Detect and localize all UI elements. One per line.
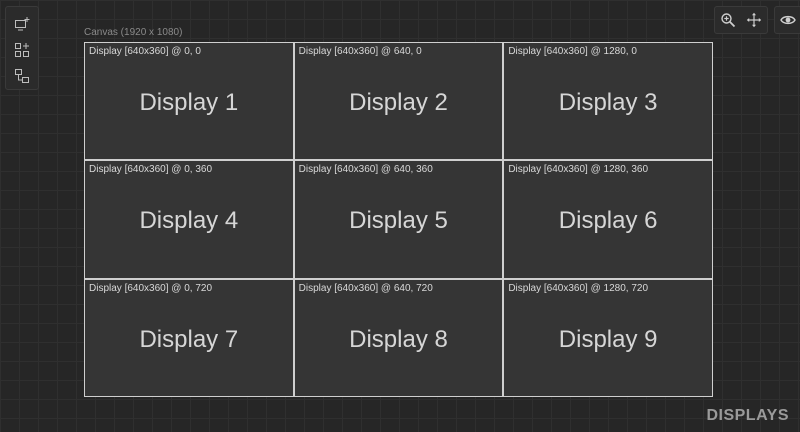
display-name: Display 5	[349, 207, 448, 235]
display-tile-1[interactable]: Display [640x360] @ 0, 0 Display 1	[85, 43, 293, 160]
display-name: Display 1	[139, 89, 239, 117]
display-name: Display 9	[558, 325, 658, 353]
display-meta: Display [640x360] @ 0, 360	[89, 164, 213, 176]
display-name: Display 4	[139, 207, 239, 235]
add-display-group-button[interactable]	[9, 63, 35, 89]
display-tile-4[interactable]: Display [640x360] @ 0, 360 Display 4	[85, 161, 293, 278]
display-tile-5[interactable]: Display [640x360] @ 640, 360 Display 5	[294, 161, 503, 278]
visibility-group	[774, 6, 800, 34]
display-tile-3[interactable]: Display [640x360] @ 1280, 0 Display 3	[504, 43, 712, 160]
view-toolbar	[714, 6, 800, 34]
visibility-button[interactable]	[775, 7, 800, 33]
add-display-icon	[15, 17, 30, 31]
add-display-grid-button[interactable]	[9, 37, 35, 63]
display-name: Display 6	[558, 207, 658, 235]
display-meta: Display [640x360] @ 1280, 360	[508, 164, 649, 176]
pan-button[interactable]	[741, 7, 767, 33]
display-tile-6[interactable]: Display [640x360] @ 1280, 360 Display 6	[504, 161, 712, 278]
left-toolbar	[5, 6, 39, 90]
display-meta: Display [640x360] @ 1280, 720	[508, 282, 649, 294]
add-display-grid-icon	[15, 43, 29, 57]
view-controls-group	[714, 6, 768, 34]
mode-label: DISPLAYS	[706, 407, 789, 424]
display-canvas[interactable]: Display [640x360] @ 0, 0 Display 1 Displ…	[84, 42, 713, 397]
zoom-button[interactable]	[715, 7, 741, 33]
canvas-size-label: Canvas (1920 x 1080)	[84, 27, 183, 38]
add-display-group-icon	[15, 69, 29, 83]
add-display-button[interactable]	[9, 11, 35, 37]
display-name: Display 7	[139, 325, 239, 353]
display-tile-2[interactable]: Display [640x360] @ 640, 0 Display 2	[294, 43, 503, 160]
display-name: Display 3	[558, 89, 658, 117]
move-icon	[746, 12, 762, 28]
display-tile-7[interactable]: Display [640x360] @ 0, 720 Display 7	[85, 279, 293, 396]
display-name: Display 8	[349, 325, 448, 353]
display-meta: Display [640x360] @ 1280, 0	[508, 46, 637, 57]
display-meta: Display [640x360] @ 0, 720	[89, 282, 213, 294]
display-meta: Display [640x360] @ 640, 360	[298, 164, 433, 176]
display-meta: Display [640x360] @ 0, 0	[89, 46, 201, 57]
display-tile-8[interactable]: Display [640x360] @ 640, 720 Display 8	[294, 279, 503, 396]
display-meta: Display [640x360] @ 640, 720	[298, 282, 433, 294]
display-tile-9[interactable]: Display [640x360] @ 1280, 720 Display 9	[504, 279, 712, 396]
zoom-in-icon	[721, 13, 736, 28]
eye-icon	[780, 15, 796, 25]
display-name: Display 2	[349, 89, 448, 117]
display-meta: Display [640x360] @ 640, 0	[298, 46, 422, 57]
